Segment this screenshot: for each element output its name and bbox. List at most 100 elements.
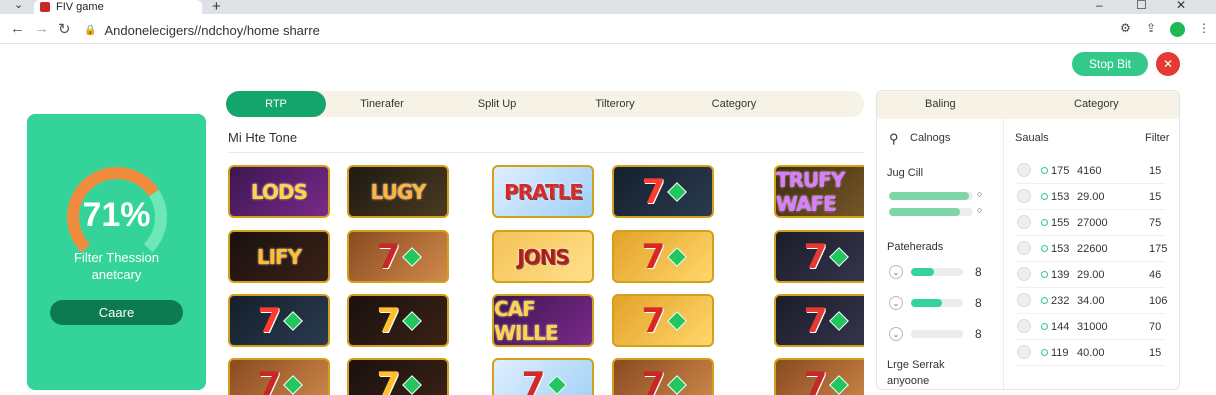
caare-button[interactable]: Caare — [50, 300, 183, 325]
row-value-b: 31000 — [1077, 321, 1108, 333]
game-title: LIFY — [257, 245, 301, 269]
row-select-checkbox[interactable] — [1017, 345, 1031, 359]
row-select-checkbox[interactable] — [1017, 293, 1031, 307]
search-label[interactable]: Calnogs — [910, 132, 950, 144]
game-title: PRATLE — [504, 180, 582, 204]
game-tile[interactable]: 7 — [612, 358, 714, 395]
gem-icon — [402, 311, 422, 331]
row-value-c: 15 — [1149, 191, 1161, 203]
pateherad-count: 8 — [975, 296, 982, 310]
row-value-b: 4160 — [1077, 165, 1101, 177]
seven-icon: 7 — [377, 365, 400, 395]
game-tile[interactable]: 7 — [492, 358, 594, 395]
tab-2[interactable]: Split Up — [438, 91, 556, 117]
seven-icon: 7 — [804, 237, 827, 277]
tab-4[interactable]: Category — [674, 91, 794, 117]
card-subtitle: anetcary — [27, 267, 206, 282]
share-icon[interactable]: ⇪ — [1146, 21, 1156, 35]
reload-button[interactable]: ↻ — [58, 20, 71, 38]
puzzle-icon[interactable]: ⚙ — [1120, 21, 1131, 35]
game-tile[interactable]: 7 — [347, 230, 449, 283]
game-tile[interactable]: 7 — [612, 230, 714, 283]
gem-icon — [829, 247, 849, 267]
section-title: Mi Hte Tone — [228, 130, 297, 145]
column-filter: Filter — [1145, 132, 1169, 144]
tab-0[interactable]: RTP — [226, 91, 326, 117]
url-field[interactable]: 🔒 Andonelecigers//ndchoy/home sharre — [84, 19, 1194, 41]
game-tile[interactable]: 7 — [347, 358, 449, 395]
seven-icon: 7 — [522, 365, 545, 395]
gem-icon — [829, 375, 849, 395]
game-tile[interactable]: 7 — [612, 294, 714, 347]
expand-icon[interactable]: ⌄ — [889, 296, 903, 310]
address-bar: ← → ↻ 🔒 Andonelecigers//ndchoy/home shar… — [0, 14, 1216, 44]
game-tile[interactable]: PRATLE — [492, 165, 594, 218]
row-value-b: 40.00 — [1077, 347, 1105, 359]
gem-icon — [283, 311, 303, 331]
game-tile[interactable]: 7 — [612, 165, 714, 218]
row-value-c: 106 — [1149, 295, 1167, 307]
panel-tab-category[interactable]: Category — [1074, 98, 1119, 110]
status-dot-icon — [1041, 271, 1048, 278]
seven-icon: 7 — [258, 301, 281, 341]
seven-icon: 7 — [377, 301, 400, 341]
seven-icon: 7 — [258, 365, 281, 395]
profile-avatar[interactable] — [1170, 22, 1185, 37]
row-select-checkbox[interactable] — [1017, 319, 1031, 333]
forward-button[interactable]: → — [34, 20, 49, 37]
menu-dots-icon[interactable]: ⋮ — [1198, 21, 1210, 35]
tab-search-icon[interactable]: ⌄ — [14, 0, 23, 11]
expand-icon[interactable]: ⌄ — [889, 265, 903, 279]
close-button[interactable]: ✕ — [1156, 52, 1180, 76]
card-title: Filter Thession — [27, 250, 206, 265]
game-tile[interactable]: 7 — [774, 230, 864, 283]
row-value-b: 34.00 — [1077, 295, 1105, 307]
game-tile[interactable]: TRUFY WAFE — [774, 165, 864, 218]
game-tile[interactable]: 7 — [347, 294, 449, 347]
new-tab-button[interactable]: + — [212, 0, 221, 15]
game-tile[interactable]: 7 — [228, 294, 330, 347]
row-value-c: 175 — [1149, 243, 1167, 255]
status-dot-icon — [1041, 297, 1048, 304]
window-close-button[interactable]: ✕ — [1176, 0, 1186, 12]
game-tile[interactable]: CAF WILLE — [492, 294, 594, 347]
game-tile[interactable]: JONS — [492, 230, 594, 283]
row-select-checkbox[interactable] — [1017, 163, 1031, 177]
gem-icon — [667, 375, 687, 395]
game-title: LUGY — [371, 180, 426, 204]
game-tile[interactable]: 7 — [228, 358, 330, 395]
back-button[interactable]: ← — [10, 20, 25, 37]
stop-bit-button[interactable]: Stop Bit — [1072, 52, 1148, 76]
row-select-checkbox[interactable] — [1017, 267, 1031, 281]
row-select-checkbox[interactable] — [1017, 215, 1031, 229]
pateherad-count: 8 — [975, 327, 982, 341]
game-title: LODS — [251, 180, 307, 204]
row-select-checkbox[interactable] — [1017, 241, 1031, 255]
column-divider — [1003, 119, 1004, 391]
jug-bar-end-icon: ○ — [977, 205, 982, 215]
game-tile[interactable]: LODS — [228, 165, 330, 218]
game-tile[interactable]: 7 — [774, 358, 864, 395]
tab-title: FIV game — [56, 1, 104, 13]
row-divider — [1015, 365, 1165, 366]
row-divider — [1015, 287, 1165, 288]
browser-tab[interactable]: FIV game — [34, 0, 202, 14]
row-value-c: 75 — [1149, 217, 1161, 229]
pateherad-bar — [911, 330, 963, 338]
game-tile[interactable]: LUGY — [347, 165, 449, 218]
tab-3[interactable]: Tilterory — [556, 91, 674, 117]
minimize-button[interactable]: – — [1096, 0, 1103, 12]
game-tile[interactable]: 7 — [774, 294, 864, 347]
jug-bar-end-icon: ○ — [977, 189, 982, 199]
expand-icon[interactable]: ⌄ — [889, 327, 903, 341]
row-select-checkbox[interactable] — [1017, 189, 1031, 203]
row-value-c: 46 — [1149, 269, 1161, 281]
row-value-a: 155 — [1051, 217, 1069, 229]
search-icon[interactable]: ⚲ — [889, 131, 899, 147]
tab-1[interactable]: Tinerafer — [326, 91, 438, 117]
row-value-c: 70 — [1149, 321, 1161, 333]
maximize-button[interactable]: ☐ — [1136, 0, 1147, 12]
game-tile[interactable]: LIFY — [228, 230, 330, 283]
panel-tab-baling[interactable]: Baling — [925, 98, 956, 110]
seven-icon: 7 — [377, 237, 400, 277]
